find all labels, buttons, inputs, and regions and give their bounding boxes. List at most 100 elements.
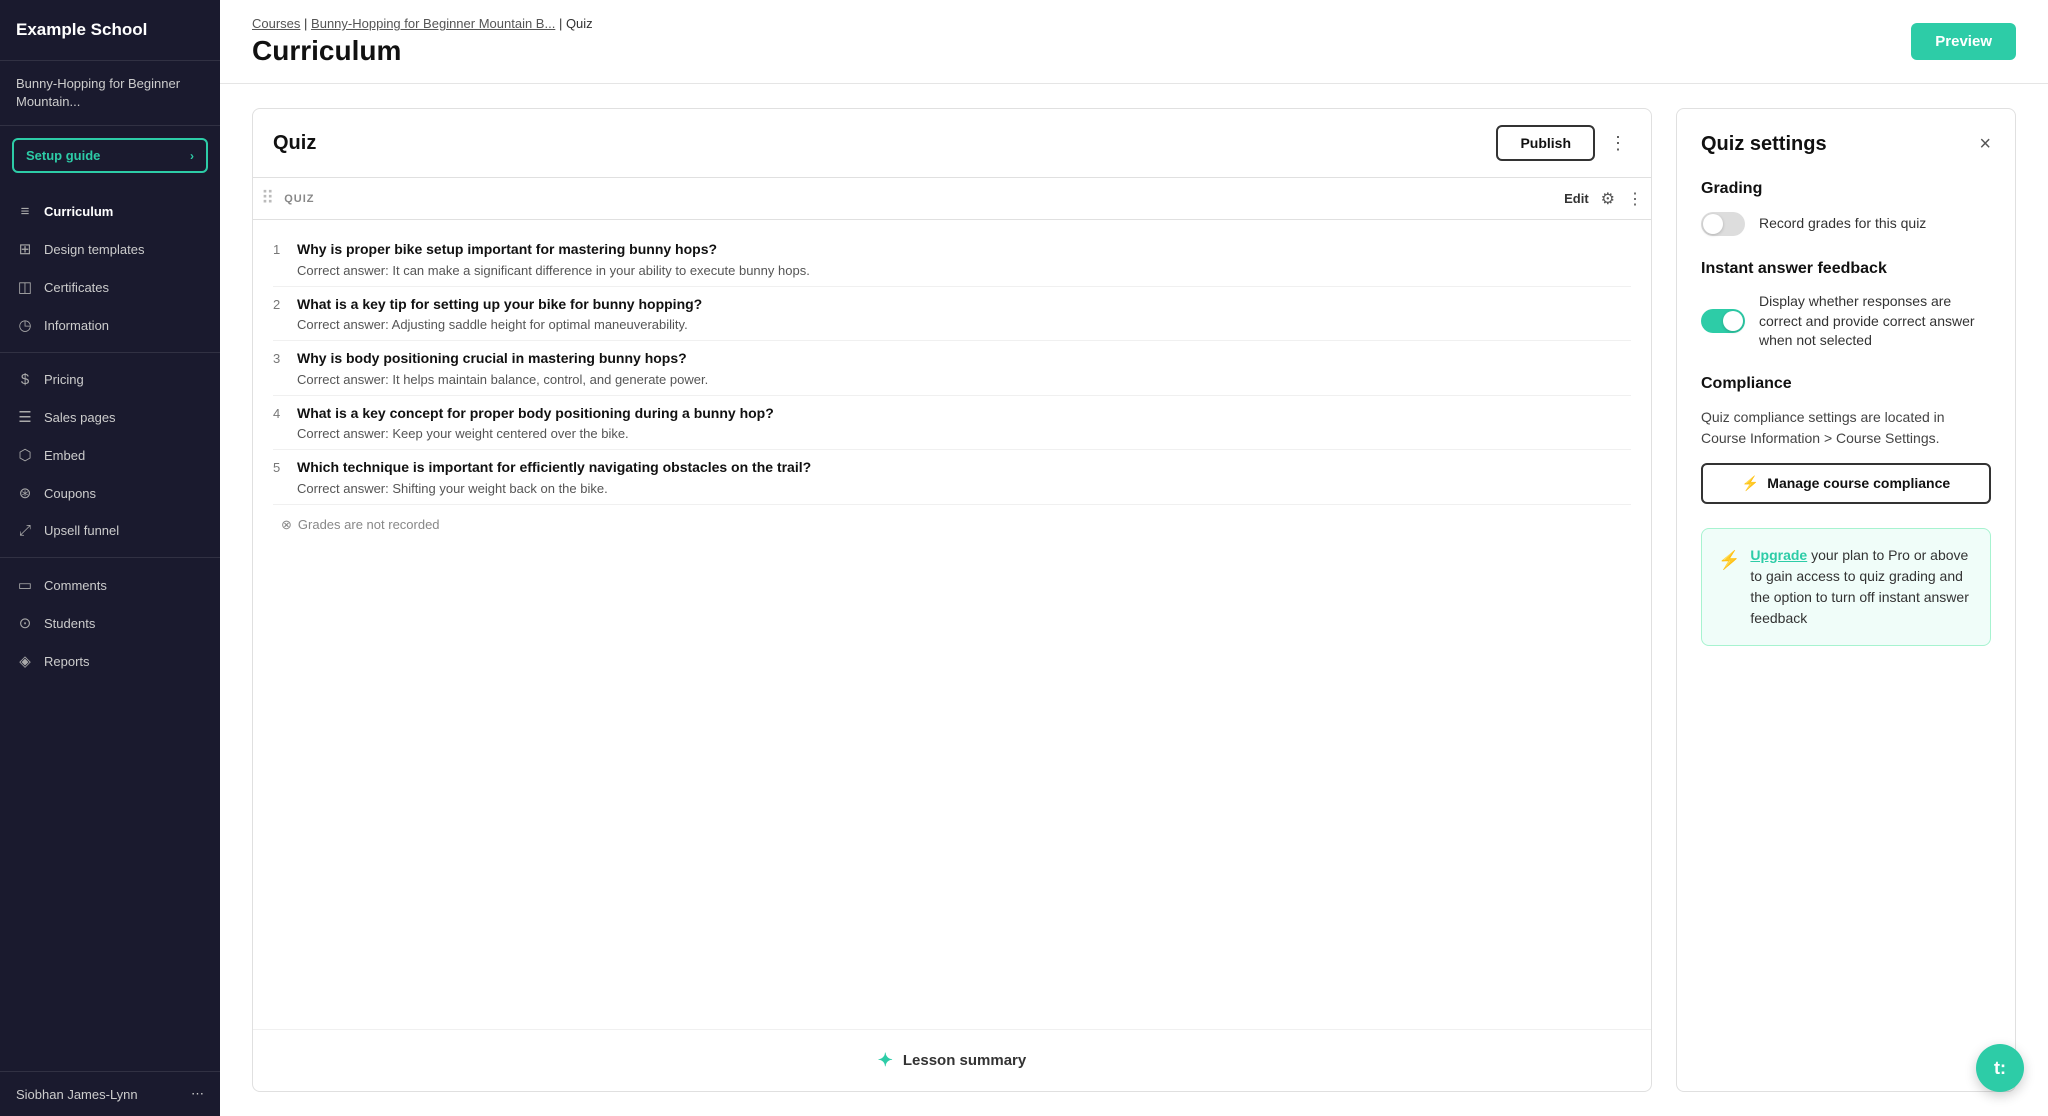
instant-feedback-title: Instant answer feedback (1701, 260, 1991, 278)
sidebar-nav: ≡ Curriculum ⊞ Design templates ◫ Certif… (0, 185, 220, 1071)
correct-answer: Correct answer: It can make a significan… (297, 263, 1631, 278)
instant-feedback-section: Instant answer feedback Display whether … (1701, 260, 1991, 351)
chevron-right-icon: › (190, 149, 194, 163)
breadcrumb-courses[interactable]: Courses (252, 16, 300, 31)
fab-label: t: (1994, 1058, 2006, 1079)
grading-toggle-label: Record grades for this quiz (1759, 214, 1926, 234)
fab-button[interactable]: t: (1976, 1044, 2024, 1092)
students-icon: ⊙ (16, 614, 34, 632)
instant-feedback-toggle-row: Display whether responses are correct an… (1701, 292, 1991, 351)
main-content: Courses | Bunny-Hopping for Beginner Mou… (220, 0, 2048, 1116)
setup-guide-button[interactable]: Setup guide › (12, 138, 208, 173)
manage-compliance-button[interactable]: ⚡ Manage course compliance (1701, 463, 1991, 504)
gear-icon[interactable]: ⚙ (1601, 189, 1615, 209)
quiz-panel: Quiz Publish ⋮ ⠿ QUIZ Edit ⚙ ⋮ 1 Why (252, 108, 1652, 1092)
publish-button[interactable]: Publish (1496, 125, 1595, 161)
upgrade-text: Upgrade your plan to Pro or above to gai… (1750, 545, 1974, 629)
sidebar-item-comments[interactable]: ▭ Comments (0, 566, 220, 604)
sidebar-footer: Siobhan James-Lynn ⋯ (0, 1071, 220, 1116)
sidebar-item-pricing[interactable]: $ Pricing (0, 361, 220, 398)
sidebar-item-sales-pages[interactable]: ☰ Sales pages (0, 398, 220, 436)
upgrade-box: ⚡ Upgrade your plan to Pro or above to g… (1701, 528, 1991, 646)
coupon-icon: ⊛ (16, 484, 34, 502)
settings-header: Quiz settings × (1701, 133, 1991, 156)
sidebar-item-upsell-funnel[interactable]: ⤢ Upsell funnel (0, 512, 220, 549)
question-number: 4 (273, 404, 289, 421)
content-area: Quiz Publish ⋮ ⠿ QUIZ Edit ⚙ ⋮ 1 Why (220, 84, 2048, 1116)
quiz-section-actions: Edit ⚙ ⋮ (1564, 189, 1643, 209)
page-title: Curriculum (252, 35, 593, 67)
grades-notice: ⊗Grades are not recorded (273, 505, 1631, 537)
drag-handle-icon[interactable]: ⠿ (261, 188, 274, 209)
upgrade-bolt-icon: ⚡ (1718, 547, 1740, 629)
correct-answer: Correct answer: It helps maintain balanc… (297, 372, 1631, 387)
grading-toggle[interactable] (1701, 212, 1745, 236)
sidebar: Example School Bunny-Hopping for Beginne… (0, 0, 220, 1116)
quiz-question-row: 4 What is a key concept for proper body … (273, 396, 1631, 451)
page-icon: ☰ (16, 408, 34, 426)
cross-icon: ⊗ (281, 517, 292, 533)
quiz-title: Quiz (273, 132, 316, 155)
section-more-icon[interactable]: ⋮ (1627, 189, 1643, 209)
upgrade-link[interactable]: Upgrade (1750, 547, 1807, 563)
grading-title: Grading (1701, 180, 1991, 198)
breadcrumb: Courses | Bunny-Hopping for Beginner Mou… (252, 16, 593, 31)
sidebar-item-reports[interactable]: ◈ Reports (0, 642, 220, 680)
reports-icon: ◈ (16, 652, 34, 670)
document-icon: ≡ (16, 203, 34, 220)
correct-answer: Correct answer: Keep your weight centere… (297, 426, 1631, 441)
correct-answer: Correct answer: Shifting your weight bac… (297, 481, 1631, 496)
course-title: Bunny-Hopping for Beginner Mountain... (0, 61, 220, 126)
lesson-summary[interactable]: ✦ Lesson summary (253, 1029, 1651, 1091)
question-content: Why is body positioning crucial in maste… (297, 349, 1631, 387)
question-content: Why is proper bike setup important for m… (297, 240, 1631, 278)
question-text: Which technique is important for efficie… (297, 458, 1631, 478)
question-number: 3 (273, 349, 289, 366)
quiz-section-label: QUIZ (284, 193, 314, 205)
sidebar-item-curriculum[interactable]: ≡ Curriculum (0, 193, 220, 230)
instant-feedback-toggle[interactable] (1701, 309, 1745, 333)
sparkle-icon: ✦ (878, 1050, 893, 1071)
bolt-icon: ⚡ (1742, 475, 1759, 492)
quiz-more-button[interactable]: ⋮ (1605, 129, 1631, 158)
school-name: Example School (0, 0, 220, 61)
question-number: 5 (273, 458, 289, 475)
question-text: What is a key concept for proper body po… (297, 404, 1631, 424)
question-text: Why is proper bike setup important for m… (297, 240, 1631, 260)
settings-panel: Quiz settings × Grading Record grades fo… (1676, 108, 2016, 1092)
certificate-icon: ◫ (16, 278, 34, 296)
instant-feedback-label: Display whether responses are correct an… (1759, 292, 1991, 351)
sidebar-item-embed[interactable]: ⬡ Embed (0, 436, 220, 474)
info-icon: ◷ (16, 316, 34, 334)
close-button[interactable]: × (1979, 133, 1991, 156)
sidebar-item-students[interactable]: ⊙ Students (0, 604, 220, 642)
question-text: Why is body positioning crucial in maste… (297, 349, 1631, 369)
lesson-summary-label: Lesson summary (903, 1052, 1026, 1069)
dollar-icon: $ (16, 371, 34, 388)
edit-link[interactable]: Edit (1564, 191, 1589, 206)
sidebar-item-information[interactable]: ◷ Information (0, 306, 220, 344)
funnel-icon: ⤢ (16, 522, 34, 539)
breadcrumb-current: Quiz (566, 16, 593, 31)
sidebar-item-coupons[interactable]: ⊛ Coupons (0, 474, 220, 512)
preview-button[interactable]: Preview (1911, 23, 2016, 60)
question-text: What is a key tip for setting up your bi… (297, 295, 1631, 315)
embed-icon: ⬡ (16, 446, 34, 464)
user-name: Siobhan James-Lynn (16, 1087, 138, 1102)
quiz-section-header: ⠿ QUIZ Edit ⚙ ⋮ (253, 178, 1651, 220)
toggle-knob (1703, 214, 1723, 234)
quiz-header: Quiz Publish ⋮ (253, 109, 1651, 178)
question-content: What is a key tip for setting up your bi… (297, 295, 1631, 333)
compliance-title: Compliance (1701, 375, 1991, 393)
quiz-question-row: 2 What is a key tip for setting up your … (273, 287, 1631, 342)
compliance-section: Compliance Quiz compliance settings are … (1701, 375, 1991, 504)
sidebar-item-certificates[interactable]: ◫ Certificates (0, 268, 220, 306)
breadcrumb-course[interactable]: Bunny-Hopping for Beginner Mountain B... (311, 16, 555, 31)
sidebar-item-design-templates[interactable]: ⊞ Design templates (0, 230, 220, 268)
question-content: What is a key concept for proper body po… (297, 404, 1631, 442)
quiz-question-row: 5 Which technique is important for effic… (273, 450, 1631, 505)
palette-icon: ⊞ (16, 240, 34, 258)
comment-icon: ▭ (16, 576, 34, 594)
user-menu-dots[interactable]: ⋯ (191, 1086, 204, 1102)
question-number: 1 (273, 240, 289, 257)
